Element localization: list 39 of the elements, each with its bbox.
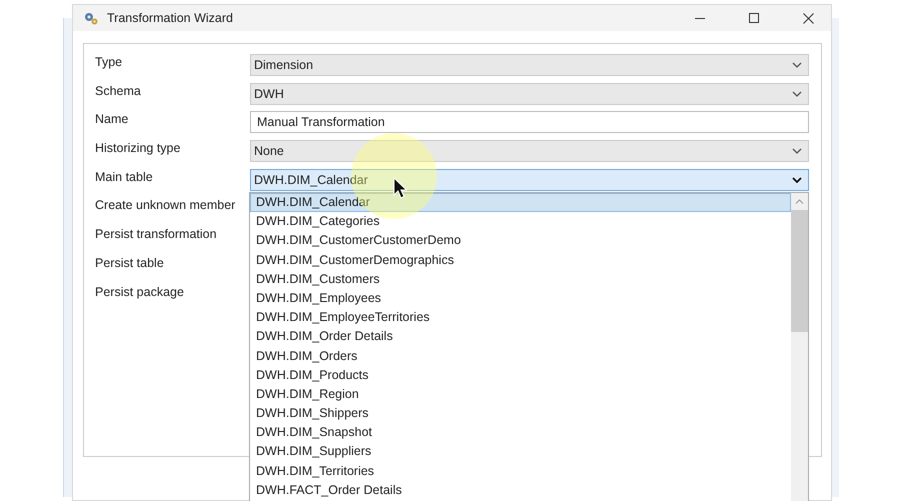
- chevron-icon: [792, 176, 802, 183]
- list-item[interactable]: DWH.DIM_Order Details: [250, 327, 791, 346]
- list-item[interactable]: DWH.DIM_Territories: [250, 462, 791, 481]
- dropdown[interactable]: None: [250, 140, 809, 162]
- list-item[interactable]: DWH.DIM_EmployeeTerritories: [250, 308, 791, 328]
- field-label: Persist package: [95, 284, 185, 298]
- scrollbar[interactable]: [791, 193, 808, 501]
- list-item[interactable]: DWH.DIM_Suppliers: [250, 442, 791, 462]
- list-item[interactable]: DWH.DIM_Shippers: [250, 404, 791, 424]
- field-label: Create unknown member: [95, 197, 236, 212]
- field-label: Schema: [95, 82, 142, 98]
- window-title: Transformation Wizard: [107, 11, 234, 25]
- field-label: Persist table: [95, 254, 165, 270]
- list-item[interactable]: DWH.DIM_Snapshot: [250, 423, 791, 442]
- list-item[interactable]: DWH.DIM_Orders: [250, 346, 791, 366]
- list-item[interactable]: DWH.DIM_Categories: [250, 212, 791, 232]
- list-item[interactable]: DWH.FACT_Order Details: [250, 480, 791, 500]
- maximize-icon: [749, 13, 759, 23]
- gears-icon: [83, 10, 99, 26]
- close-icon: [802, 12, 814, 24]
- field-label: Persist transformation: [95, 226, 218, 242]
- dropdown[interactable]: Dimension: [250, 54, 809, 76]
- dropdown[interactable]: DWH: [250, 82, 809, 105]
- list-item[interactable]: DWH.DIM_Region: [250, 384, 791, 404]
- chevron-icon: [792, 148, 802, 154]
- chevron-icon: [792, 62, 802, 68]
- field-label: Main table: [95, 168, 154, 184]
- list-item[interactable]: DWH.DIM_CustomerDemographics: [250, 250, 791, 270]
- field-label: Historizing type: [95, 140, 182, 156]
- input-field[interactable]: Manual Transformation: [250, 111, 809, 134]
- field-label: Name: [95, 111, 130, 126]
- list-item[interactable]: DWH.DIM_Calendar: [250, 193, 791, 212]
- list-item[interactable]: DWH.DIM_Customers: [250, 270, 791, 289]
- field-label: Type: [95, 54, 124, 69]
- list-item[interactable]: DWH.DIM_Employees: [250, 288, 791, 308]
- dropdown[interactable]: DWH.DIM_Calendar: [250, 168, 809, 191]
- list-item[interactable]: DWH.DIM_Products: [250, 366, 791, 385]
- chevron-icon: [792, 90, 802, 97]
- list-item[interactable]: DWH.DIM_CustomerCustomerDemo: [250, 231, 791, 251]
